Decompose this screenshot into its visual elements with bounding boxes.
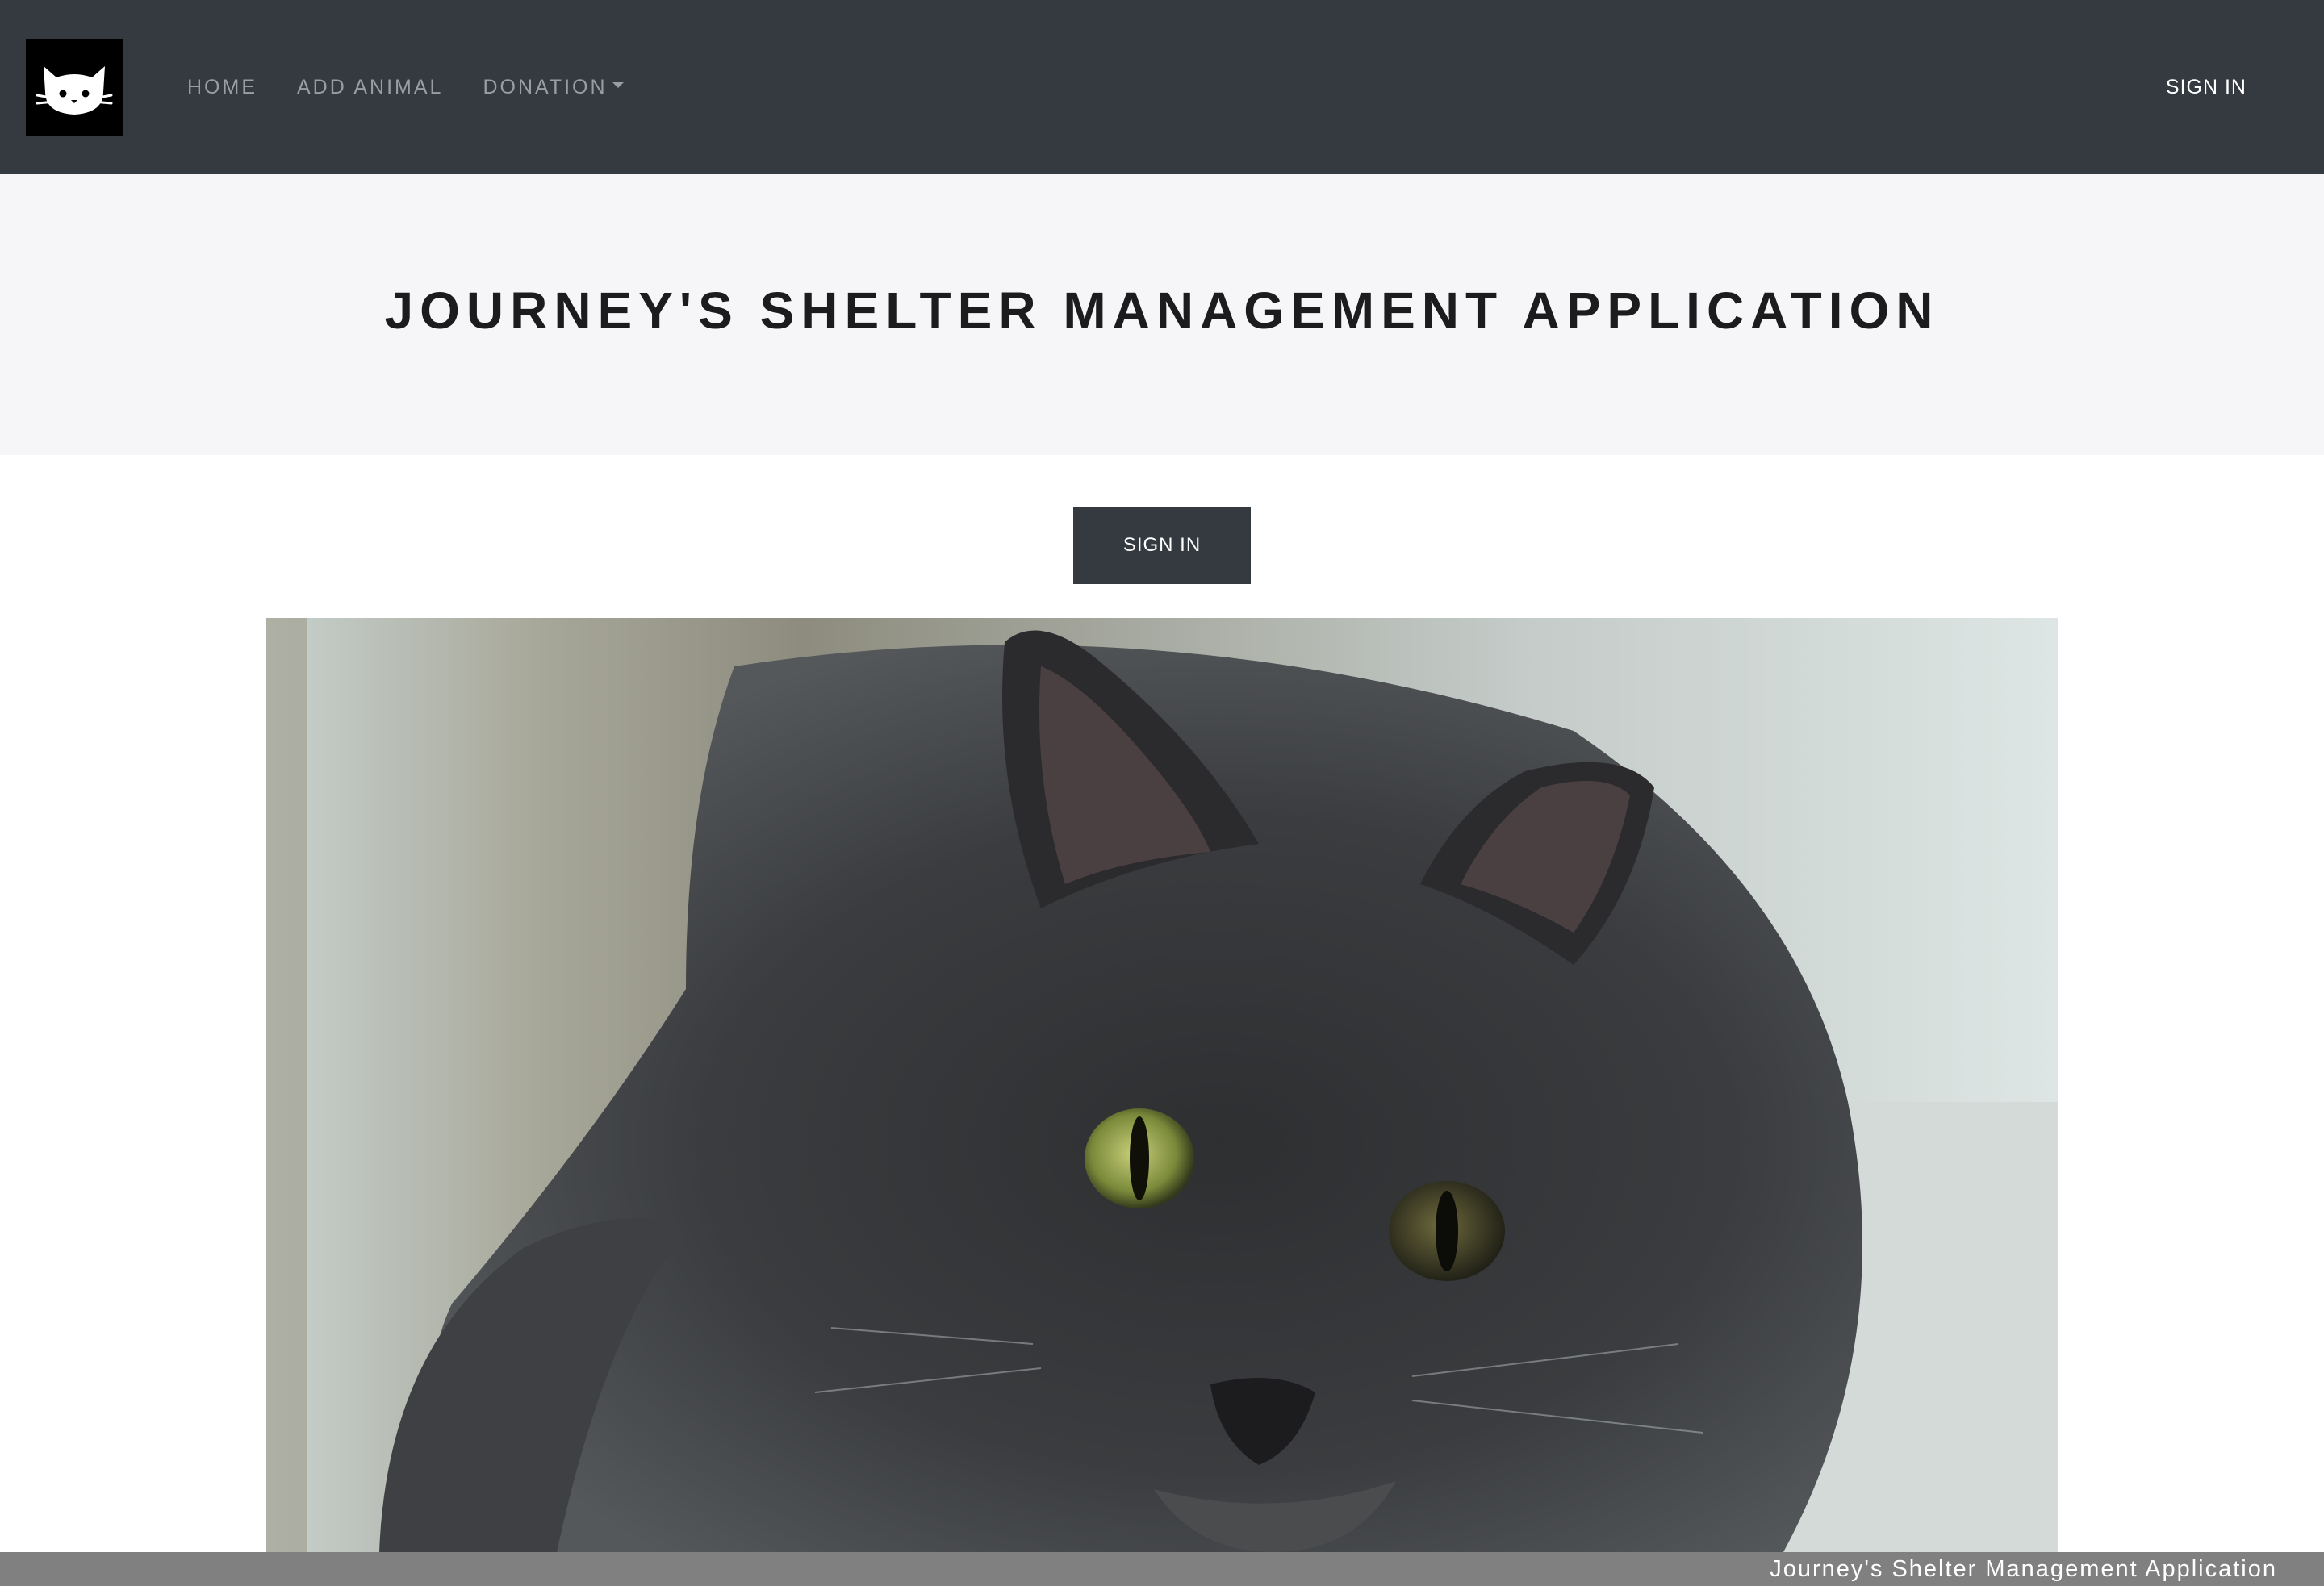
nav-sign-in-link[interactable]: SIGN IN [2166,0,2247,174]
page-title: JOURNEY'S SHELTER MANAGEMENT APPLICATION [384,282,1940,340]
nav-home[interactable]: HOME [174,76,257,99]
nav-donation-dropdown[interactable]: DONATION [470,75,624,99]
nav-add-animal-label: ADD ANIMAL [297,75,444,98]
caret-down-icon [612,81,624,88]
cat-photo [266,618,2058,1552]
nav-home-label: HOME [187,75,257,98]
sign-in-button[interactable]: SIGN IN [1073,507,1251,584]
footer: Journey's Shelter Management Application [0,1552,2324,1586]
hero-banner: JOURNEY'S SHELTER MANAGEMENT APPLICATION [0,174,2324,455]
nav-links: HOME ADD ANIMAL DONATION [174,0,650,174]
nav-add-animal[interactable]: ADD ANIMAL [284,76,443,99]
navbar: HOME ADD ANIMAL DONATION SIGN IN [0,0,2324,174]
footer-text: Journey's Shelter Management Application [1770,1556,2277,1582]
nav-donation-label: DONATION [483,75,608,98]
cat-face-icon[interactable] [26,39,123,136]
